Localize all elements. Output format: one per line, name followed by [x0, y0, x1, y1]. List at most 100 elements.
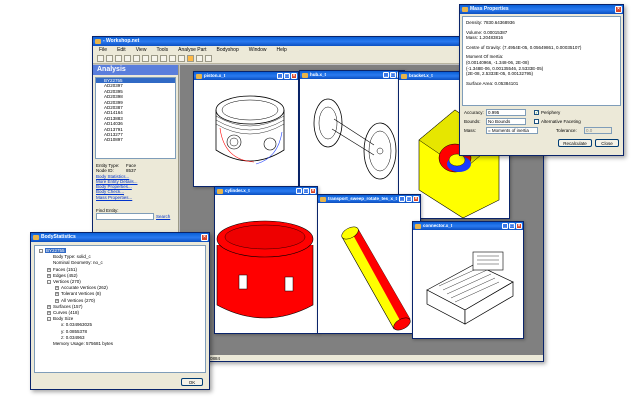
open-icon[interactable] — [106, 55, 113, 62]
tree-node[interactable]: Memory Usage: 575681 bytes — [39, 341, 201, 347]
wireframe-icon[interactable] — [205, 55, 212, 62]
body-statistics-titlebar[interactable]: BodyStatistics × — [31, 233, 209, 242]
menu-help[interactable]: Help — [277, 46, 287, 54]
maximize-icon[interactable]: □ — [509, 223, 515, 229]
menu-file[interactable]: File — [99, 46, 107, 54]
recalculate-button[interactable]: Recalculate — [558, 138, 592, 147]
cog-text: Centre of Gravity: (7.4954E-05, 0.056498… — [466, 44, 582, 50]
mass-properties-link[interactable]: Mass Properties... — [96, 195, 132, 200]
bracket-window-title: bracket.x_t — [409, 73, 433, 78]
close-button[interactable]: Close — [595, 138, 619, 147]
menu-window[interactable]: Window — [249, 46, 267, 54]
close-icon[interactable]: × — [310, 188, 316, 194]
expand-icon[interactable]: + — [47, 311, 51, 316]
piston-window-titlebar[interactable]: piston.x_t _ □ × — [194, 72, 298, 80]
cylinder-window: cylinder.x_t _ □ × — [214, 186, 318, 334]
tree-node-label: Memory Usage: 575681 bytes — [53, 341, 114, 347]
periphery-checkbox[interactable]: ✓ — [534, 110, 539, 115]
tree-node-label: Vertices (270) — [53, 279, 81, 285]
close-icon[interactable]: × — [201, 234, 208, 241]
select-icon[interactable] — [187, 55, 194, 62]
close-icon[interactable]: × — [413, 196, 419, 202]
density-text: Density: 7830.64368936 — [466, 20, 515, 25]
maximize-icon[interactable]: □ — [390, 72, 396, 78]
find-entity-input[interactable] — [96, 213, 154, 221]
mass-properties-titlebar[interactable]: Mass Properties × — [460, 5, 623, 14]
tree-node-label: Body Type: solid_c — [53, 254, 91, 260]
bounds-label: Bounds: — [464, 119, 481, 124]
transport-window-title: transport_sweep_rotate_tes_x_t — [328, 196, 398, 201]
expand-icon[interactable]: + — [55, 286, 59, 291]
expand-icon[interactable]: + — [55, 298, 59, 303]
ok-button[interactable]: OK — [181, 378, 203, 386]
close-icon[interactable]: × — [615, 6, 622, 13]
close-icon[interactable]: × — [291, 73, 297, 79]
search-link[interactable]: Search — [156, 214, 170, 219]
analysis-panel-title: Analysis — [93, 65, 178, 75]
alt-faceting-checkbox[interactable] — [534, 119, 539, 124]
piston-drawing — [215, 95, 285, 165]
pan-icon[interactable] — [160, 55, 167, 62]
body-statistics-link[interactable]: Body Statistics... — [96, 174, 129, 179]
accuracy-input[interactable]: 0.995 — [486, 109, 526, 116]
cut-icon[interactable] — [124, 55, 131, 62]
expand-icon[interactable]: + — [47, 267, 51, 272]
minimize-icon[interactable]: _ — [502, 223, 508, 229]
minimize-icon[interactable]: _ — [383, 72, 389, 78]
transport-window-titlebar[interactable]: transport_sweep_rotate_tes_x_t _ □ × — [318, 195, 420, 203]
minimize-icon[interactable]: _ — [399, 196, 405, 202]
tolerance-input[interactable]: 0.0 — [584, 127, 612, 134]
minimize-icon[interactable]: _ — [277, 73, 283, 79]
hub-drawing — [313, 98, 397, 180]
statistics-tree[interactable]: - BY22755 Body Type: solid_c Nominal Geomet… — [34, 245, 206, 373]
more-entity-details-link[interactable]: More Entity Details... — [96, 179, 138, 184]
shade-icon[interactable] — [196, 55, 203, 62]
connector-window-titlebar[interactable]: connector.x_t _ □ × — [413, 222, 523, 230]
periphery-label: Periphery — [541, 110, 561, 115]
connector-drawing — [426, 251, 514, 325]
cylinder-window-title: cylinder.x_t — [225, 188, 250, 193]
entity-properties: Entity Type: Face Node ID: 8537 Body Stati… — [93, 161, 178, 222]
entity-list[interactable]: BY22755 AD20397 AD20395 AD20398 AD20399 … — [95, 77, 176, 159]
collapse-icon[interactable]: - — [39, 249, 43, 253]
menu-tools[interactable]: Tools — [156, 46, 168, 54]
list-item[interactable]: AD10897 — [96, 137, 175, 142]
hub-window-title: hub.x_t — [310, 72, 327, 77]
tree-node-label: x: 0.034963025 — [61, 322, 93, 328]
maximize-icon[interactable]: □ — [284, 73, 290, 79]
collapse-icon[interactable]: - — [47, 280, 51, 285]
maximize-icon[interactable]: □ — [406, 196, 412, 202]
cylinder-window-titlebar[interactable]: cylinder.x_t _ □ × — [215, 187, 317, 195]
tree-node-label: Faces (151) — [53, 266, 78, 272]
close-icon[interactable]: × — [516, 223, 522, 229]
collapse-icon[interactable]: - — [47, 317, 51, 322]
tree-node-label: Nominal Geometry: no_c — [53, 260, 103, 266]
copy-icon[interactable] — [133, 55, 140, 62]
mass-text: Mass: 1.20483816 — [466, 35, 504, 41]
bounds-select[interactable]: No Bounds — [486, 118, 526, 125]
expand-icon[interactable]: + — [47, 273, 51, 278]
maximize-icon[interactable]: □ — [303, 188, 309, 194]
zoom-icon[interactable] — [169, 55, 176, 62]
rotate-icon[interactable] — [151, 55, 158, 62]
fit-icon[interactable] — [178, 55, 185, 62]
new-icon[interactable] — [97, 55, 104, 62]
mass-option-select[interactable]: = Moments of inertia — [486, 127, 538, 134]
expand-icon[interactable]: + — [47, 304, 51, 309]
menu-bodyshop[interactable]: Bodyshop — [216, 46, 238, 54]
menu-edit[interactable]: Edit — [117, 46, 126, 54]
menu-view[interactable]: View — [136, 46, 147, 54]
body-properties-link[interactable]: Body Properties... — [96, 184, 132, 189]
menu-analyse-part[interactable]: Analyse Part — [178, 46, 206, 54]
status-text: 0884 — [210, 356, 221, 361]
body-check-link[interactable]: Body Check... — [96, 189, 124, 194]
paste-icon[interactable] — [142, 55, 149, 62]
minimize-icon[interactable]: _ — [296, 188, 302, 194]
piston-window: piston.x_t _ □ × — [193, 71, 299, 187]
expand-icon[interactable]: + — [55, 292, 59, 297]
hub-window-titlebar[interactable]: hub.x_t _□× — [300, 71, 404, 79]
save-icon[interactable] — [115, 55, 122, 62]
body-statistics-dialog: BodyStatistics × - BY22755 Body Type: soli… — [30, 232, 210, 390]
document-icon — [401, 74, 407, 79]
tree-node-label: Surfaces (157) — [53, 303, 83, 309]
